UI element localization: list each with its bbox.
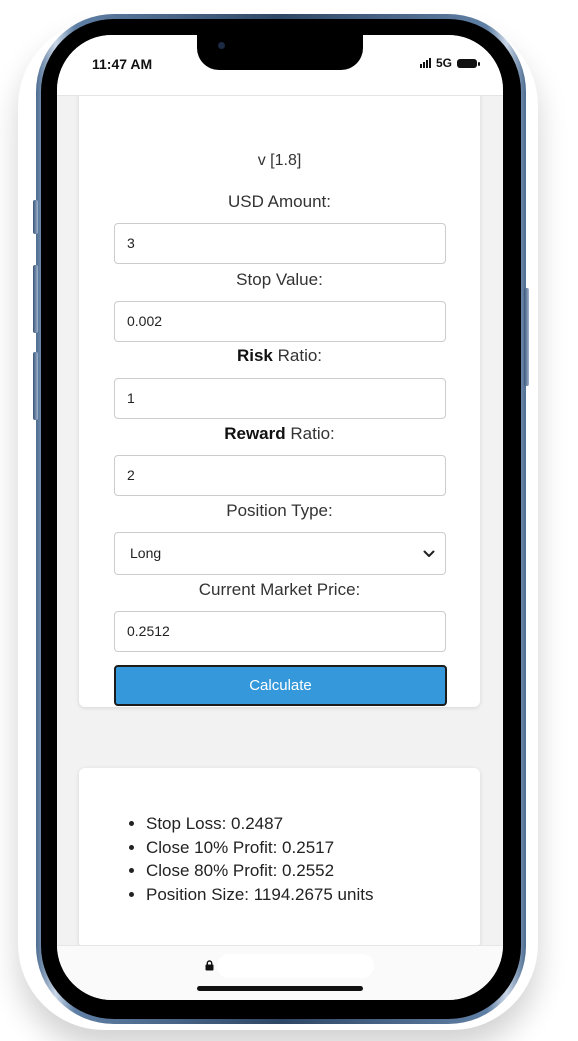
risk-ratio-input[interactable]: 1 — [114, 378, 446, 419]
volume-down-button — [33, 352, 38, 420]
chevron-down-icon — [423, 550, 435, 557]
results-card: Stop Loss: 0.2487 Close 10% Profit: 0.25… — [79, 768, 480, 948]
power-button — [524, 288, 529, 386]
stop-value-label: Stop Value: — [236, 270, 323, 289]
position-type-value: Long — [130, 545, 162, 561]
reward-ratio-label-bold: Reward — [224, 424, 286, 443]
reward-ratio-label: Reward Ratio: — [79, 424, 480, 444]
address-bar[interactable] — [217, 954, 374, 978]
position-size-result: Position Size: 1194.2675 units — [146, 883, 373, 907]
risk-ratio-label: Risk Ratio: — [79, 346, 480, 366]
position-type-select[interactable]: Long — [114, 532, 446, 575]
home-indicator[interactable] — [197, 986, 363, 991]
close-10-profit-result: Close 10% Profit: 0.2517 — [146, 836, 373, 860]
stop-value-input[interactable]: 0.002 — [114, 301, 446, 342]
market-price-input[interactable]: 0.2512 — [114, 611, 446, 652]
browser-bottom-bar — [57, 945, 503, 1000]
calculator-form-card: v [1.8] USD Amount: 3 Stop Value: 0.002 … — [79, 75, 480, 707]
results-list: Stop Loss: 0.2487 Close 10% Profit: 0.25… — [124, 812, 373, 906]
reward-ratio-label-rest: Ratio: — [285, 424, 335, 443]
battery-icon — [457, 58, 480, 68]
volume-up-button — [33, 265, 38, 333]
market-price-label: Current Market Price: — [198, 580, 361, 599]
lock-icon — [205, 960, 214, 971]
reward-ratio-input[interactable]: 2 — [114, 455, 446, 496]
front-camera — [218, 42, 225, 49]
network-label: 5G — [435, 56, 452, 70]
position-type-label: Position Type: — [226, 501, 333, 520]
notch — [197, 35, 363, 70]
stop-loss-result: Stop Loss: 0.2487 — [146, 812, 373, 836]
risk-ratio-label-bold: Risk — [236, 346, 273, 365]
usd-amount-label: USD Amount: — [228, 192, 331, 211]
signal-icon — [419, 58, 431, 68]
close-80-profit-result: Close 80% Profit: 0.2552 — [146, 859, 373, 883]
version-label: v [1.8] — [257, 152, 302, 169]
usd-amount-input[interactable]: 3 — [114, 223, 446, 264]
phone-screen: 11:47 AM 5G v [1.8] USD Amount: 3 Stop V… — [57, 35, 503, 1000]
status-icons: 5G — [419, 56, 480, 70]
status-time: 11:47 AM — [92, 56, 153, 72]
calculate-button[interactable]: Calculate — [114, 665, 447, 706]
action-button — [33, 200, 38, 234]
risk-ratio-label-rest: Ratio: — [272, 346, 323, 365]
